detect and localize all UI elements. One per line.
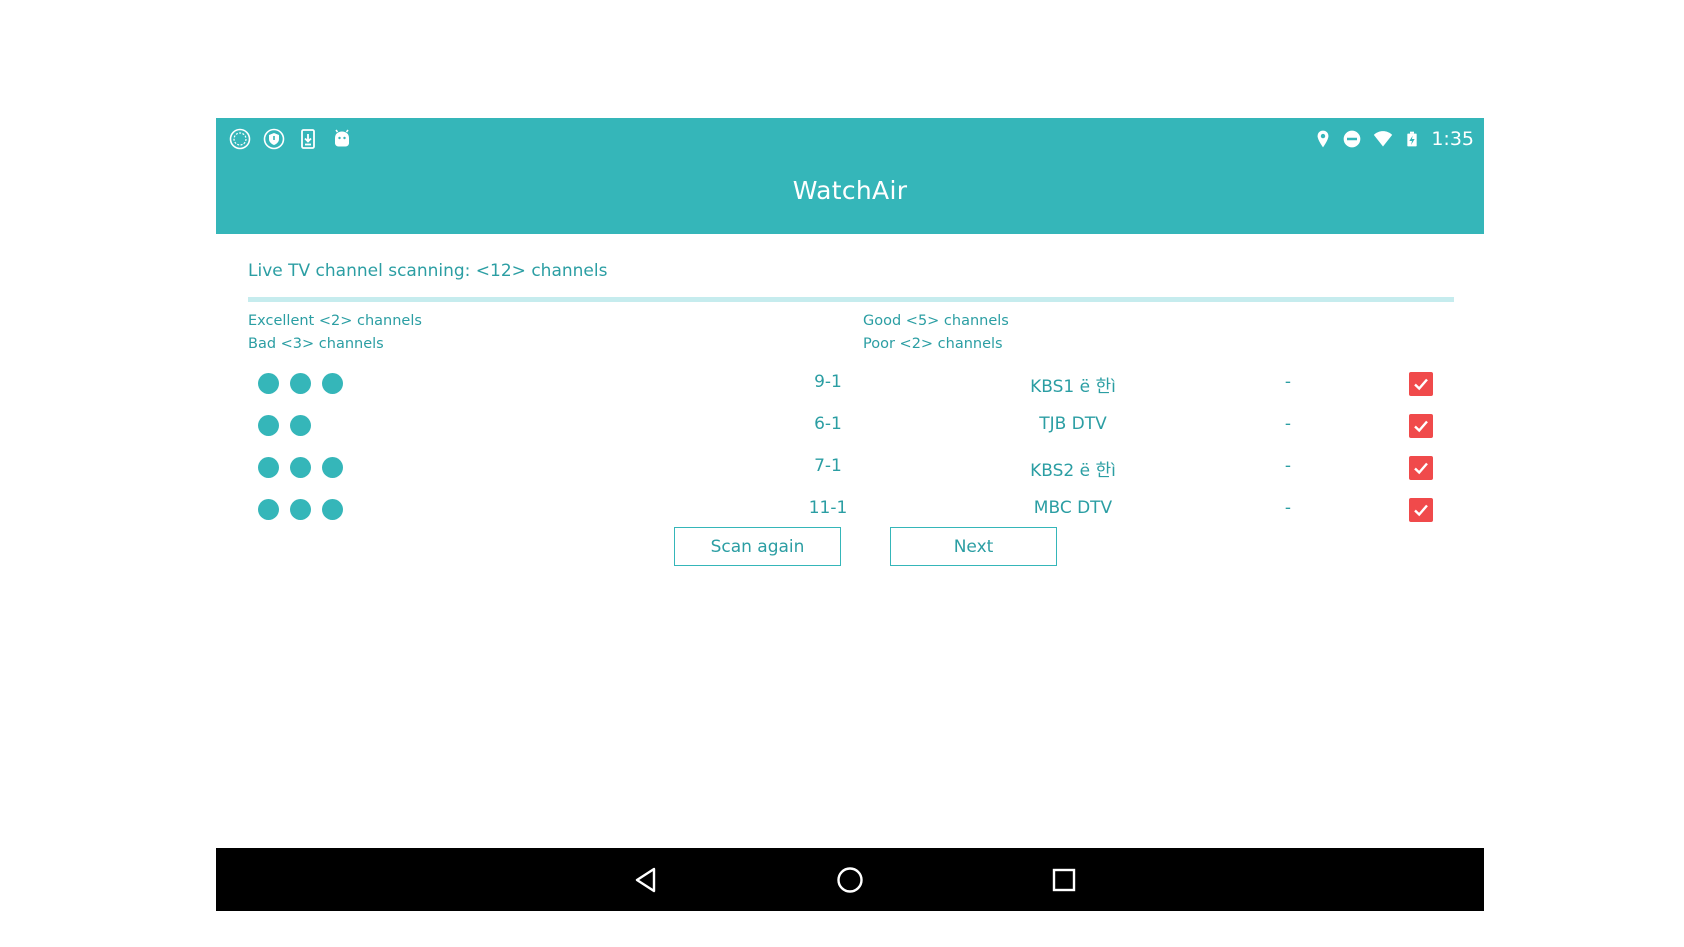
channel-row: 11-1 MBC DTV -	[248, 488, 1454, 530]
channel-name: TJB DTV	[1039, 414, 1107, 434]
channel-name: KBS1 ë 한ì	[1030, 377, 1116, 397]
nav-back-button[interactable]	[626, 860, 666, 900]
channel-checkbox[interactable]	[1409, 414, 1433, 438]
scan-again-button[interactable]: Scan again	[674, 527, 841, 566]
status-bar-right: 1:35	[1313, 124, 1474, 154]
wifi-icon	[1374, 131, 1393, 147]
checkmark-icon	[1414, 420, 1428, 433]
app-bar: 1:35 WatchAir	[216, 118, 1484, 234]
channel-extra: -	[1284, 414, 1292, 434]
shield-icon	[263, 128, 285, 150]
home-icon	[837, 867, 863, 893]
summary-poor: Poor <2> channels	[863, 336, 1003, 352]
channel-checkbox[interactable]	[1409, 456, 1433, 480]
scan-title: Live TV channel scanning: <12> channels	[248, 261, 608, 281]
scan-divider	[248, 297, 1454, 302]
channel-row: 6-1 TJB DTV -	[248, 404, 1454, 446]
signal-strength-dots	[258, 373, 343, 394]
nav-home-button[interactable]	[830, 860, 870, 900]
summary-good: Good <5> channels	[863, 313, 1009, 329]
channel-checkbox[interactable]	[1409, 372, 1433, 396]
summary-excellent: Excellent <2> channels	[248, 313, 422, 329]
navigation-bar	[216, 848, 1484, 911]
back-icon	[635, 867, 656, 893]
download-icon	[301, 129, 315, 149]
channel-row: 9-1 KBS1 ë 한ì -	[248, 362, 1454, 404]
nav-recents-button[interactable]	[1044, 860, 1084, 900]
channel-row: 7-1 KBS2 ë 한ì -	[248, 446, 1454, 488]
signal-dot	[322, 457, 343, 478]
signal-dot	[258, 457, 279, 478]
recents-icon	[1052, 868, 1076, 892]
battery-charging-icon	[1407, 131, 1417, 147]
next-button[interactable]: Next	[890, 527, 1057, 566]
summary-bad: Bad <3> channels	[248, 336, 384, 352]
device-screen: 1:35 WatchAir Live TV channel scanning: …	[216, 118, 1484, 911]
status-clock: 1:35	[1431, 128, 1474, 150]
app-title: WatchAir	[792, 176, 908, 205]
signal-dot	[290, 415, 311, 436]
channel-checkbox[interactable]	[1409, 498, 1433, 522]
signal-dot	[258, 499, 279, 520]
signal-dot	[322, 373, 343, 394]
checkmark-icon	[1414, 378, 1428, 391]
checkmark-icon	[1414, 504, 1428, 517]
signal-dot	[258, 373, 279, 394]
speedometer-icon	[229, 128, 251, 150]
action-buttons: Scan again Next	[216, 527, 1484, 567]
signal-dot	[322, 499, 343, 520]
channel-name: KBS2 ë 한ì	[1030, 461, 1116, 481]
signal-dot	[290, 457, 311, 478]
signal-dot	[290, 373, 311, 394]
channel-number: 9-1	[814, 372, 842, 392]
android-icon	[335, 129, 349, 147]
checkmark-icon	[1414, 462, 1428, 475]
signal-dot	[258, 415, 279, 436]
signal-strength-dots	[258, 457, 343, 478]
channel-name: MBC DTV	[1033, 498, 1113, 518]
signal-strength-dots	[258, 415, 311, 436]
channel-extra: -	[1284, 498, 1292, 518]
channel-number: 11-1	[808, 498, 848, 518]
do-not-disturb-icon	[1343, 130, 1361, 148]
status-bar-left	[228, 124, 354, 154]
channel-number: 6-1	[814, 414, 842, 434]
channel-number: 7-1	[814, 456, 842, 476]
channel-extra: -	[1284, 456, 1292, 476]
location-icon	[1317, 130, 1329, 148]
signal-dot	[290, 499, 311, 520]
signal-strength-dots	[258, 499, 343, 520]
channel-extra: -	[1284, 372, 1292, 392]
